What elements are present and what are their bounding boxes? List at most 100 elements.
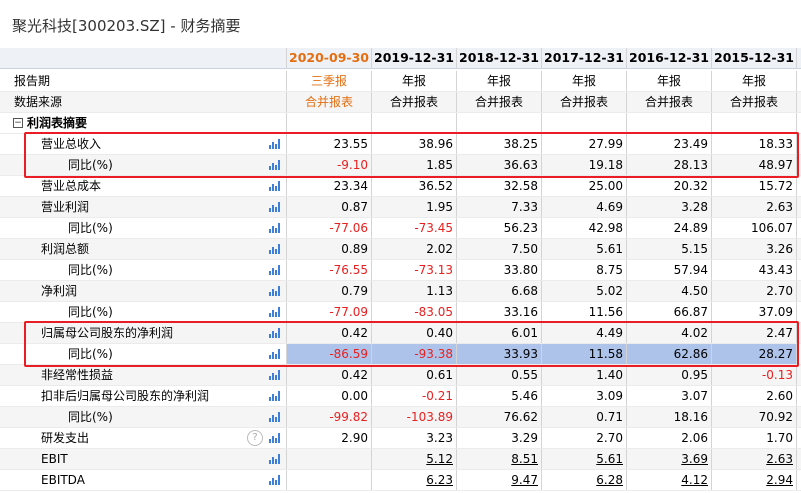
- value-cell: 20.32: [627, 176, 712, 196]
- value-cell: 0.87: [287, 197, 372, 217]
- value-cell: 18.33: [712, 134, 797, 154]
- row-label-cell: 同比(%): [0, 344, 287, 364]
- value-cell: 0.79: [287, 281, 372, 301]
- bar-chart-icon[interactable]: [269, 202, 281, 212]
- value-cell: 3.07: [627, 386, 712, 406]
- value-cell: 6.01: [457, 323, 542, 343]
- value-cell[interactable]: 2.94: [712, 470, 797, 490]
- bar-chart-icon[interactable]: [269, 475, 281, 485]
- bar-chart-icon[interactable]: [269, 286, 281, 296]
- bar-chart-icon[interactable]: [269, 244, 281, 254]
- value-cell[interactable]: 6.23: [372, 470, 457, 490]
- value-cell[interactable]: 4.12: [627, 470, 712, 490]
- bar-chart-icon[interactable]: [269, 223, 281, 233]
- value-cell: 43.43: [712, 260, 797, 280]
- value-cell: 23.49: [627, 134, 712, 154]
- column-date-header[interactable]: 2017-12-31: [542, 48, 627, 68]
- value-cell[interactable]: [287, 470, 372, 490]
- table-row[interactable]: 利润总额 0.89 2.02 7.50 5.61 5.15 3.26: [0, 239, 801, 260]
- value-cell[interactable]: 3.69: [627, 449, 712, 469]
- bar-chart-icon[interactable]: [269, 391, 281, 401]
- value-cell[interactable]: 8.51: [457, 449, 542, 469]
- table-row[interactable]: 同比(%) -77.06 -73.45 56.23 42.98 24.89 106.07: [0, 218, 801, 239]
- table-row[interactable]: EBIT 5.12 8.51 5.61 3.69 2.63: [0, 449, 801, 470]
- value-cell: 38.96: [372, 134, 457, 154]
- row-label: EBIT: [41, 452, 68, 466]
- bar-chart-icon[interactable]: [269, 454, 281, 464]
- data-source-row-cell: 合并报表: [627, 92, 712, 112]
- column-date-header[interactable]: 2016-12-31: [627, 48, 712, 68]
- value-cell: 70.92: [712, 407, 797, 427]
- value-cell[interactable]: 9.47: [457, 470, 542, 490]
- value-cell[interactable]: 5.61: [542, 449, 627, 469]
- table-row[interactable]: 归属母公司股东的净利润 0.42 0.40 6.01 4.49 4.02 2.47: [0, 323, 801, 344]
- value-cell: 0.42: [287, 323, 372, 343]
- bar-chart-icon[interactable]: [269, 181, 281, 191]
- collapse-toggle-icon[interactable]: −: [13, 118, 23, 128]
- report-period-row-cell: 年报: [457, 71, 542, 91]
- bar-chart-icon[interactable]: [269, 139, 281, 149]
- table-row[interactable]: 净利润 0.79 1.13 6.68 5.02 4.50 2.70: [0, 281, 801, 302]
- value-cell[interactable]: 6.28: [542, 470, 627, 490]
- value-cell: 0.00: [287, 386, 372, 406]
- row-label: 利润总额: [41, 242, 90, 256]
- table-row[interactable]: 同比(%) -76.55 -73.13 33.80 8.75 57.94 43.43: [0, 260, 801, 281]
- column-date-header[interactable]: 2018-12-31: [457, 48, 542, 68]
- table-row[interactable]: 同比(%) -86.59 -93.38 33.93 11.58 62.86 28.27: [0, 344, 801, 365]
- table-row[interactable]: 扣非后归属母公司股东的净利润 0.00 -0.21 5.46 3.09 3.07 2.60: [0, 386, 801, 407]
- value-cell: 1.13: [372, 281, 457, 301]
- value-cell: 11.58: [542, 344, 627, 364]
- row-label-cell: 营业总成本: [0, 176, 287, 196]
- table-row[interactable]: 同比(%) -99.82 -103.89 76.62 0.71 18.16 70.92: [0, 407, 801, 428]
- value-cell: 28.27: [712, 344, 797, 364]
- value-cell: 76.62: [457, 407, 542, 427]
- value-cell[interactable]: [287, 449, 372, 469]
- table-row[interactable]: 同比(%) -77.09 -83.05 33.16 11.56 66.87 37.09: [0, 302, 801, 323]
- row-label: 同比(%): [68, 410, 113, 424]
- value-cell: 2.70: [542, 428, 627, 448]
- table-row[interactable]: 营业总成本 23.34 36.52 32.58 25.00 20.32 15.72: [0, 176, 801, 197]
- bar-chart-icon[interactable]: [269, 328, 281, 338]
- table-row[interactable]: 非经常性损益 0.42 0.61 0.55 1.40 0.95 -0.13: [0, 365, 801, 386]
- value-cell: -86.59: [287, 344, 372, 364]
- table-row[interactable]: 研发支出? 2.90 3.23 3.29 2.70 2.06 1.70: [0, 428, 801, 449]
- row-label-cell: 利润总额: [0, 239, 287, 259]
- row-label: 归属母公司股东的净利润: [41, 326, 174, 340]
- value-cell: 1.40: [542, 365, 627, 385]
- value-cell: 106.07: [712, 218, 797, 238]
- report-period-row-cell: 年报: [627, 71, 712, 91]
- value-cell: 5.46: [457, 386, 542, 406]
- value-cell: 42.98: [542, 218, 627, 238]
- value-cell: 4.50: [627, 281, 712, 301]
- help-icon[interactable]: ?: [247, 430, 263, 446]
- value-cell: 8.75: [542, 260, 627, 280]
- bar-chart-icon[interactable]: [269, 160, 281, 170]
- bar-chart-icon[interactable]: [269, 307, 281, 317]
- column-date-header[interactable]: 2020-09-30: [287, 48, 372, 68]
- bar-chart-icon[interactable]: [269, 412, 281, 422]
- bar-chart-icon[interactable]: [269, 370, 281, 380]
- value-cell: 23.55: [287, 134, 372, 154]
- column-date-header[interactable]: 2019-12-31: [372, 48, 457, 68]
- bar-chart-icon[interactable]: [269, 349, 281, 359]
- value-cell: 2.90: [287, 428, 372, 448]
- value-cell: 7.33: [457, 197, 542, 217]
- value-cell: 0.55: [457, 365, 542, 385]
- table-row[interactable]: 营业利润 0.87 1.95 7.33 4.69 3.28 2.63: [0, 197, 801, 218]
- table-row[interactable]: EBITDA 6.23 9.47 6.28 4.12 2.94: [0, 470, 801, 491]
- value-cell: 48.97: [712, 155, 797, 175]
- value-cell: 24.89: [627, 218, 712, 238]
- bar-chart-icon[interactable]: [269, 433, 281, 443]
- value-cell: 33.80: [457, 260, 542, 280]
- bar-chart-icon[interactable]: [269, 265, 281, 275]
- table-row[interactable]: 同比(%) -9.10 1.85 36.63 19.18 28.13 48.97: [0, 155, 801, 176]
- table-row[interactable]: 营业总收入 23.55 38.96 38.25 27.99 23.49 18.33: [0, 134, 801, 155]
- value-cell: 2.60: [712, 386, 797, 406]
- value-cell: -0.13: [712, 365, 797, 385]
- value-cell: 5.61: [542, 239, 627, 259]
- value-cell[interactable]: 2.63: [712, 449, 797, 469]
- value-cell: -99.82: [287, 407, 372, 427]
- value-cell[interactable]: 5.12: [372, 449, 457, 469]
- column-date-header[interactable]: 2015-12-31: [712, 48, 797, 68]
- value-cell: 18.16: [627, 407, 712, 427]
